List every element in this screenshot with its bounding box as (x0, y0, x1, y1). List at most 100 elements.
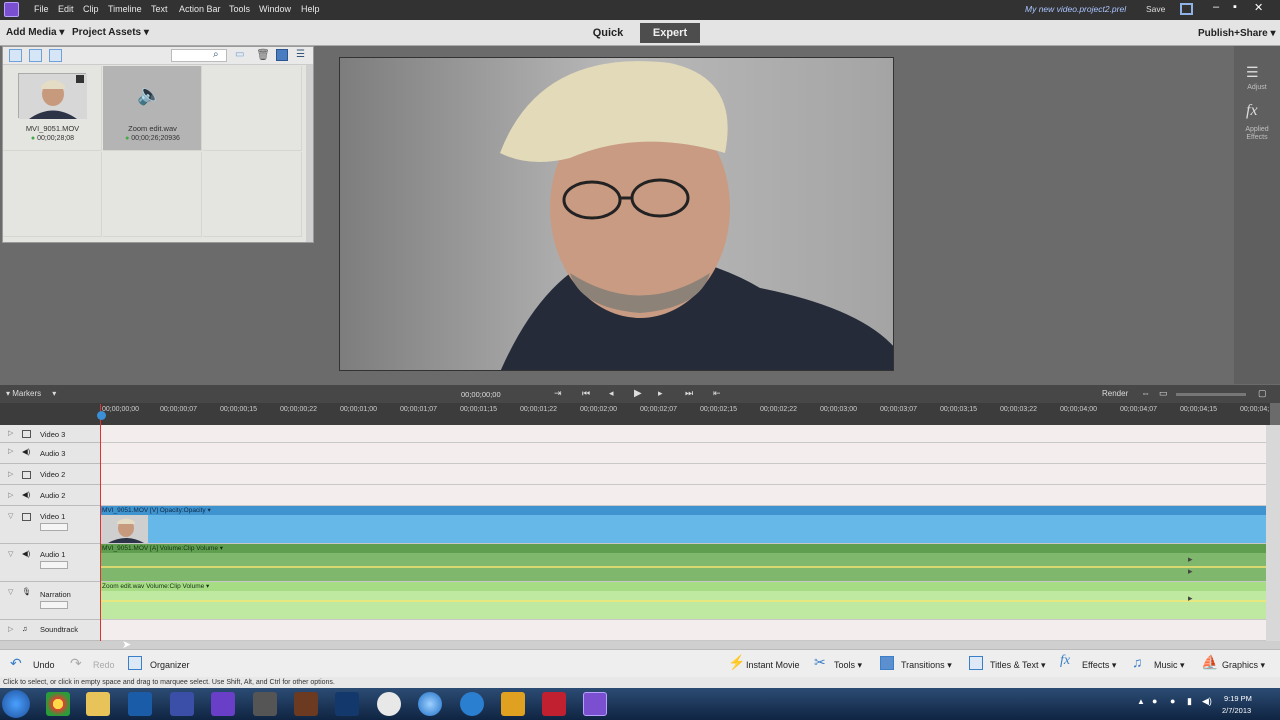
instant-movie-icon[interactable]: ⚡ (728, 654, 745, 670)
instant-movie-button[interactable]: Instant Movie (746, 660, 800, 670)
zoom-in-icon[interactable]: ▢ (1258, 388, 1267, 399)
list-view-icon[interactable]: ☰ (296, 49, 305, 60)
expand-icon[interactable]: ▷ (8, 470, 13, 478)
tray-arrow-icon[interactable]: ▲ (1137, 697, 1145, 706)
volume-line[interactable] (100, 566, 1266, 568)
add-media-dropdown[interactable]: Add Media ▾ (6, 27, 64, 38)
chrome-icon[interactable] (46, 692, 70, 716)
search-icon[interactable]: ⌕ (213, 49, 219, 60)
undo-button[interactable]: Undo (33, 660, 55, 670)
mark-out-icon[interactable]: ⇤ (713, 388, 721, 399)
itunes-icon[interactable] (418, 692, 442, 716)
markers-dropdown[interactable]: ▾ Markers ▾ (6, 389, 56, 398)
menu-file[interactable]: File (34, 4, 49, 14)
zoom-out-icon[interactable]: ▭ (1159, 388, 1168, 399)
keyframe-icon[interactable]: ▸ (1188, 593, 1193, 604)
clip-audio1[interactable]: MVI_9051.MOV [A] Volume:Clip Volume ▾ ▸ … (100, 544, 1266, 582)
track-header-video3[interactable]: ▷ Video 3 (0, 425, 100, 443)
tray-icon[interactable]: ● (1152, 696, 1157, 706)
menu-action-bar[interactable]: Action Bar (179, 4, 221, 14)
menu-clip[interactable]: Clip (83, 4, 99, 14)
app-icon[interactable] (542, 692, 566, 716)
timeline-scrollbar-horizontal[interactable] (0, 641, 1280, 649)
zoom-slider[interactable] (1176, 393, 1246, 396)
redo-icon[interactable]: ↷ (70, 655, 84, 671)
graphics-button[interactable]: Graphics ▾ (1222, 660, 1265, 671)
expand-icon[interactable]: ▷ (8, 491, 13, 499)
clock-date[interactable]: 2/7/2013 (1222, 706, 1251, 715)
clock-time[interactable]: 9:19 PM (1224, 694, 1252, 703)
fullscreen-icon[interactable] (1180, 3, 1193, 15)
camera-app-icon[interactable] (128, 692, 152, 716)
collapse-icon[interactable]: ▽ (8, 588, 13, 596)
start-button-icon[interactable] (2, 690, 30, 718)
clip-narration[interactable]: Zoom edit.wav Volume:Clip Volume ▾ ▸ (100, 582, 1266, 620)
expand-icon[interactable]: ▷ (8, 429, 13, 437)
bridge-icon[interactable] (294, 692, 318, 716)
tray-icon[interactable]: ● (1170, 696, 1175, 706)
app-icon[interactable] (501, 692, 525, 716)
track-header-audio3[interactable]: ▷ ◀) Audio 3 (0, 443, 100, 464)
assets-scrollbar[interactable] (306, 65, 313, 242)
save-button[interactable]: Save (1146, 4, 1165, 14)
volume-icon[interactable]: ◀) (1202, 696, 1212, 707)
project-assets-dropdown[interactable]: Project Assets ▾ (72, 27, 149, 38)
titles-text-button[interactable]: Titles & Text ▾ (990, 660, 1046, 671)
image-filter-icon[interactable] (29, 49, 42, 62)
maximize-icon[interactable]: ▪ (1233, 1, 1237, 13)
volume-line[interactable] (100, 600, 1266, 602)
network-icon[interactable]: ▮ (1187, 696, 1192, 707)
render-button[interactable]: Render (1102, 389, 1128, 398)
goto-start-icon[interactable]: ⏮ (582, 388, 590, 399)
music-button[interactable]: Music ▾ (1154, 660, 1185, 671)
track-header-audio2[interactable]: ▷ ◀) Audio 2 (0, 485, 100, 506)
expand-icon[interactable]: ▷ (8, 447, 13, 455)
asset-item[interactable]: 🔈 Zoom edit.wav ● 00;00;26;20936 (103, 66, 202, 151)
redo-button[interactable]: Redo (93, 660, 115, 670)
graphics-icon[interactable]: ⛵ (1201, 654, 1218, 670)
collapse-icon[interactable]: ▽ (8, 550, 13, 558)
app-icon[interactable] (460, 692, 484, 716)
lane-video2[interactable] (100, 464, 1266, 485)
tab-expert[interactable]: Expert (640, 23, 700, 43)
menu-tools[interactable]: Tools (229, 4, 250, 14)
music-icon[interactable]: ♫ (1132, 654, 1146, 670)
menu-window[interactable]: Window (259, 4, 291, 14)
transitions-icon[interactable] (880, 656, 894, 670)
organizer-button[interactable]: Organizer (150, 660, 190, 670)
minimize-icon[interactable]: – (1213, 1, 1219, 13)
playhead[interactable] (100, 404, 101, 641)
playhead-handle[interactable] (97, 411, 106, 420)
timeline-ruler[interactable]: 00;00;00;00 00;00;00;07 00;00;00;15 00;0… (0, 403, 1270, 425)
premiere-elements-icon[interactable] (211, 692, 235, 716)
folder-icon[interactable]: ▭ (235, 49, 244, 60)
tools-button[interactable]: Tools ▾ (834, 660, 862, 671)
timeline-tracks[interactable]: MVI_9051.MOV [V] Opacity:Opacity ▾ MVI_9… (100, 425, 1266, 641)
effects-button[interactable]: Effects ▾ (1082, 660, 1116, 671)
lane-audio2[interactable] (100, 485, 1266, 506)
undo-icon[interactable]: ↶ (10, 655, 24, 671)
expand-icon[interactable]: ▷ (8, 625, 13, 633)
menu-edit[interactable]: Edit (58, 4, 74, 14)
lane-video3[interactable] (100, 425, 1266, 443)
track-header-video1[interactable]: ▽ Video 1 (0, 506, 100, 544)
organizer-icon[interactable] (128, 656, 142, 670)
video-filter-icon[interactable] (9, 49, 22, 62)
mark-in-icon[interactable]: ⇥ (554, 388, 562, 399)
track-header-audio1[interactable]: ▽ ◀) Audio 1 (0, 544, 100, 582)
clip-video1[interactable]: MVI_9051.MOV [V] Opacity:Opacity ▾ (100, 506, 1266, 544)
fit-icon[interactable]: ⇔ (1141, 388, 1150, 398)
step-forward-icon[interactable]: ▸ (658, 388, 663, 399)
lightroom-icon[interactable] (253, 692, 277, 716)
step-back-icon[interactable]: ◂ (609, 388, 614, 399)
app-icon[interactable] (170, 692, 194, 716)
goto-end-icon[interactable]: ⏭ (685, 388, 693, 399)
publish-share-dropdown[interactable]: Publish+Share ▾ (1198, 28, 1276, 39)
track-header-soundtrack[interactable]: ▷ ♫ Soundtrack (0, 620, 100, 641)
keyframe-controls[interactable] (40, 601, 68, 609)
keyframe-icon[interactable]: ▸ (1188, 554, 1193, 565)
menu-text[interactable]: Text (151, 4, 168, 14)
menu-timeline[interactable]: Timeline (108, 4, 142, 14)
effects-icon[interactable]: fx (1060, 653, 1074, 668)
track-header-narration[interactable]: ▽ 🎙 Narration (0, 582, 100, 620)
